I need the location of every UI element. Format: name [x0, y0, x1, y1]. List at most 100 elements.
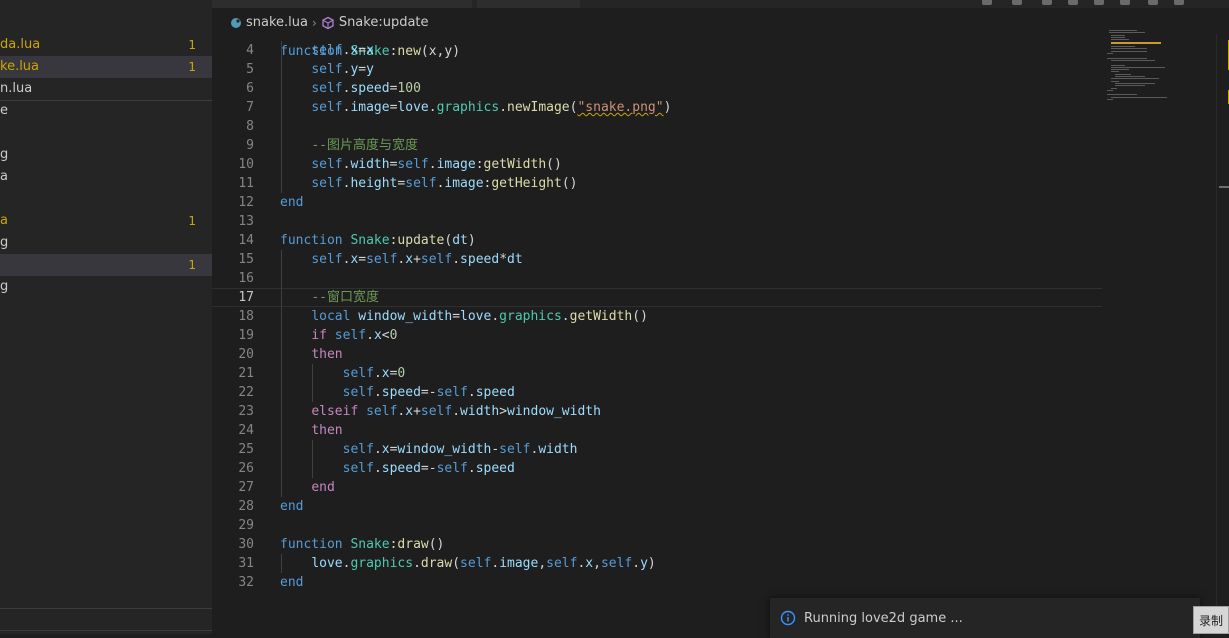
code-line[interactable]: 28 end [212, 497, 1102, 516]
indent-guide [311, 440, 313, 478]
code-text: self.speed=-self.speed [342, 385, 515, 400]
code-line[interactable]: 27 end [212, 478, 1102, 497]
code-line[interactable]: 23 elseif self.x+self.width>window_width [212, 402, 1102, 421]
code-line[interactable]: 13 [212, 212, 1102, 231]
code-line[interactable]: 12 end [212, 193, 1102, 212]
line-number: 23 [238, 404, 254, 419]
explorer-file-item[interactable]: ke.lua 1 [0, 56, 212, 78]
code-line[interactable]: 19 if self.x<0 [212, 326, 1102, 345]
explorer-file-item[interactable]: 1 [0, 254, 212, 276]
line-number: 31 [238, 556, 254, 571]
line-number: 8 [246, 119, 254, 134]
go-forward-icon[interactable] [1042, 0, 1052, 5]
go-back-icon[interactable] [1012, 0, 1022, 5]
explorer-file-item[interactable]: a [0, 166, 212, 188]
editor-tab[interactable] [477, 0, 580, 8]
explorer-file-item[interactable]: g [0, 144, 212, 166]
explorer-file-item[interactable]: g [0, 232, 212, 254]
code-line[interactable]: 11 self.height=self.image:getHeight() [212, 174, 1102, 193]
explorer-file-name: g [0, 235, 9, 250]
code-line[interactable]: 25 self.x=window_width-self.width [212, 440, 1102, 459]
account-icon[interactable] [1148, 0, 1158, 5]
split-editor-icon[interactable] [1068, 0, 1078, 5]
code-line[interactable]: 14 function Snake:update(dt) [212, 231, 1102, 250]
notification-message: Running love2d game ... [804, 610, 963, 626]
explorer-file-item[interactable]: g [0, 276, 212, 298]
code-line[interactable]: 10 self.width=self.image:getWidth() [212, 155, 1102, 174]
sidebar-divider [0, 608, 212, 609]
minimap-line [1107, 99, 1113, 100]
code-line[interactable]: 29 [212, 516, 1102, 535]
code-line[interactable]: 18 local window_width=love.graphics.getW… [212, 307, 1102, 326]
problem-count-badge: 1 [188, 60, 196, 74]
line-number: 32 [238, 575, 254, 590]
more-actions-icon[interactable] [1174, 0, 1184, 5]
code-text: self.x=0 [342, 366, 406, 381]
code-line[interactable]: 5 self.y=y [212, 60, 1102, 79]
minimap-line [1107, 94, 1137, 96]
line-number: 22 [238, 385, 254, 400]
code-text: self.width=self.image:getWidth() [311, 157, 562, 172]
code-text: end [280, 499, 304, 514]
layout-icon[interactable] [1120, 0, 1130, 5]
indent-guide [280, 250, 282, 497]
indent-guide [280, 41, 282, 193]
minimap-line [1111, 46, 1135, 48]
code-line[interactable]: 6 self.speed=100 [212, 79, 1102, 98]
code-line[interactable]: 4 self.x=x [212, 41, 1102, 60]
explorer-file-item[interactable]: da.lua 1 [0, 34, 212, 56]
code-text: --窗口宽度 [311, 290, 379, 305]
minimap-line [1115, 85, 1145, 87]
code-line[interactable]: 26 self.speed=-self.speed [212, 459, 1102, 478]
indent-guide [280, 554, 282, 573]
notification-toast[interactable]: Running love2d game ... [770, 598, 1200, 638]
code-line[interactable]: 20 then [212, 345, 1102, 364]
line-number: 10 [238, 157, 254, 172]
line-number: 30 [238, 537, 254, 552]
explorer-file-name: ke.lua [0, 59, 40, 74]
toggle-panel-icon[interactable] [1094, 0, 1104, 5]
code-line[interactable]: 22 self.speed=-self.speed [212, 383, 1102, 402]
editor-tab[interactable] [212, 0, 472, 8]
code-editor[interactable]: function Snake:new(x,y) 4 self.x=x 5 self… [212, 34, 1229, 634]
explorer-file-name: n.lua [0, 81, 33, 96]
explorer-file-name: e [0, 103, 8, 118]
line-number: 4 [246, 43, 254, 58]
code-line[interactable]: 21 self.x=0 [212, 364, 1102, 383]
line-number: 9 [246, 138, 254, 153]
explorer-file-name: a [0, 213, 8, 228]
line-number: 27 [238, 480, 254, 495]
code-line[interactable]: 16 [212, 269, 1102, 288]
explorer-file-item[interactable]: a1 [0, 210, 212, 232]
code-line[interactable]: 9 --图片高度与宽度 [212, 136, 1102, 155]
editor-tab-bar [212, 0, 1229, 8]
line-number: 25 [238, 442, 254, 457]
line-number: 15 [238, 252, 254, 267]
code-line[interactable]: 17 --窗口宽度 [212, 288, 1102, 307]
code-line[interactable]: 31 love.graphics.draw(self.image,self.x,… [212, 554, 1102, 573]
scrollbar-cursor-marker [1219, 186, 1229, 188]
code-text: end [280, 195, 304, 210]
code-line[interactable]: 15 self.x=self.x+self.speed*dt [212, 250, 1102, 269]
editor-scrollbar[interactable] [1216, 34, 1229, 634]
explorer-file-name: g [0, 279, 9, 294]
minimap[interactable] [1105, 30, 1215, 110]
code-line[interactable]: 8 [212, 117, 1102, 136]
minimap-line [1109, 30, 1137, 31]
minimap-line [1111, 39, 1129, 41]
code-text: function Snake:draw() [280, 537, 445, 552]
record-button[interactable]: 录制 [1193, 606, 1229, 634]
code-line[interactable]: 32 end [212, 573, 1102, 592]
line-number: 11 [238, 176, 254, 191]
code-line[interactable]: 24 then [212, 421, 1102, 440]
code-text: local window_width=love.graphics.getWidt… [311, 309, 648, 324]
minimap-line [1111, 80, 1119, 82]
code-line[interactable]: 7 self.image=love.graphics.newImage("sna… [212, 98, 1102, 117]
explorer-file-item[interactable]: e [0, 100, 212, 122]
code-line[interactable]: 30 function Snake:draw() [212, 535, 1102, 554]
explorer-file-item[interactable]: n.lua [0, 78, 212, 100]
run-icon[interactable] [982, 0, 992, 5]
minimap-line [1111, 59, 1155, 61]
problem-count-badge: 1 [188, 258, 196, 272]
line-number: 26 [238, 461, 254, 476]
